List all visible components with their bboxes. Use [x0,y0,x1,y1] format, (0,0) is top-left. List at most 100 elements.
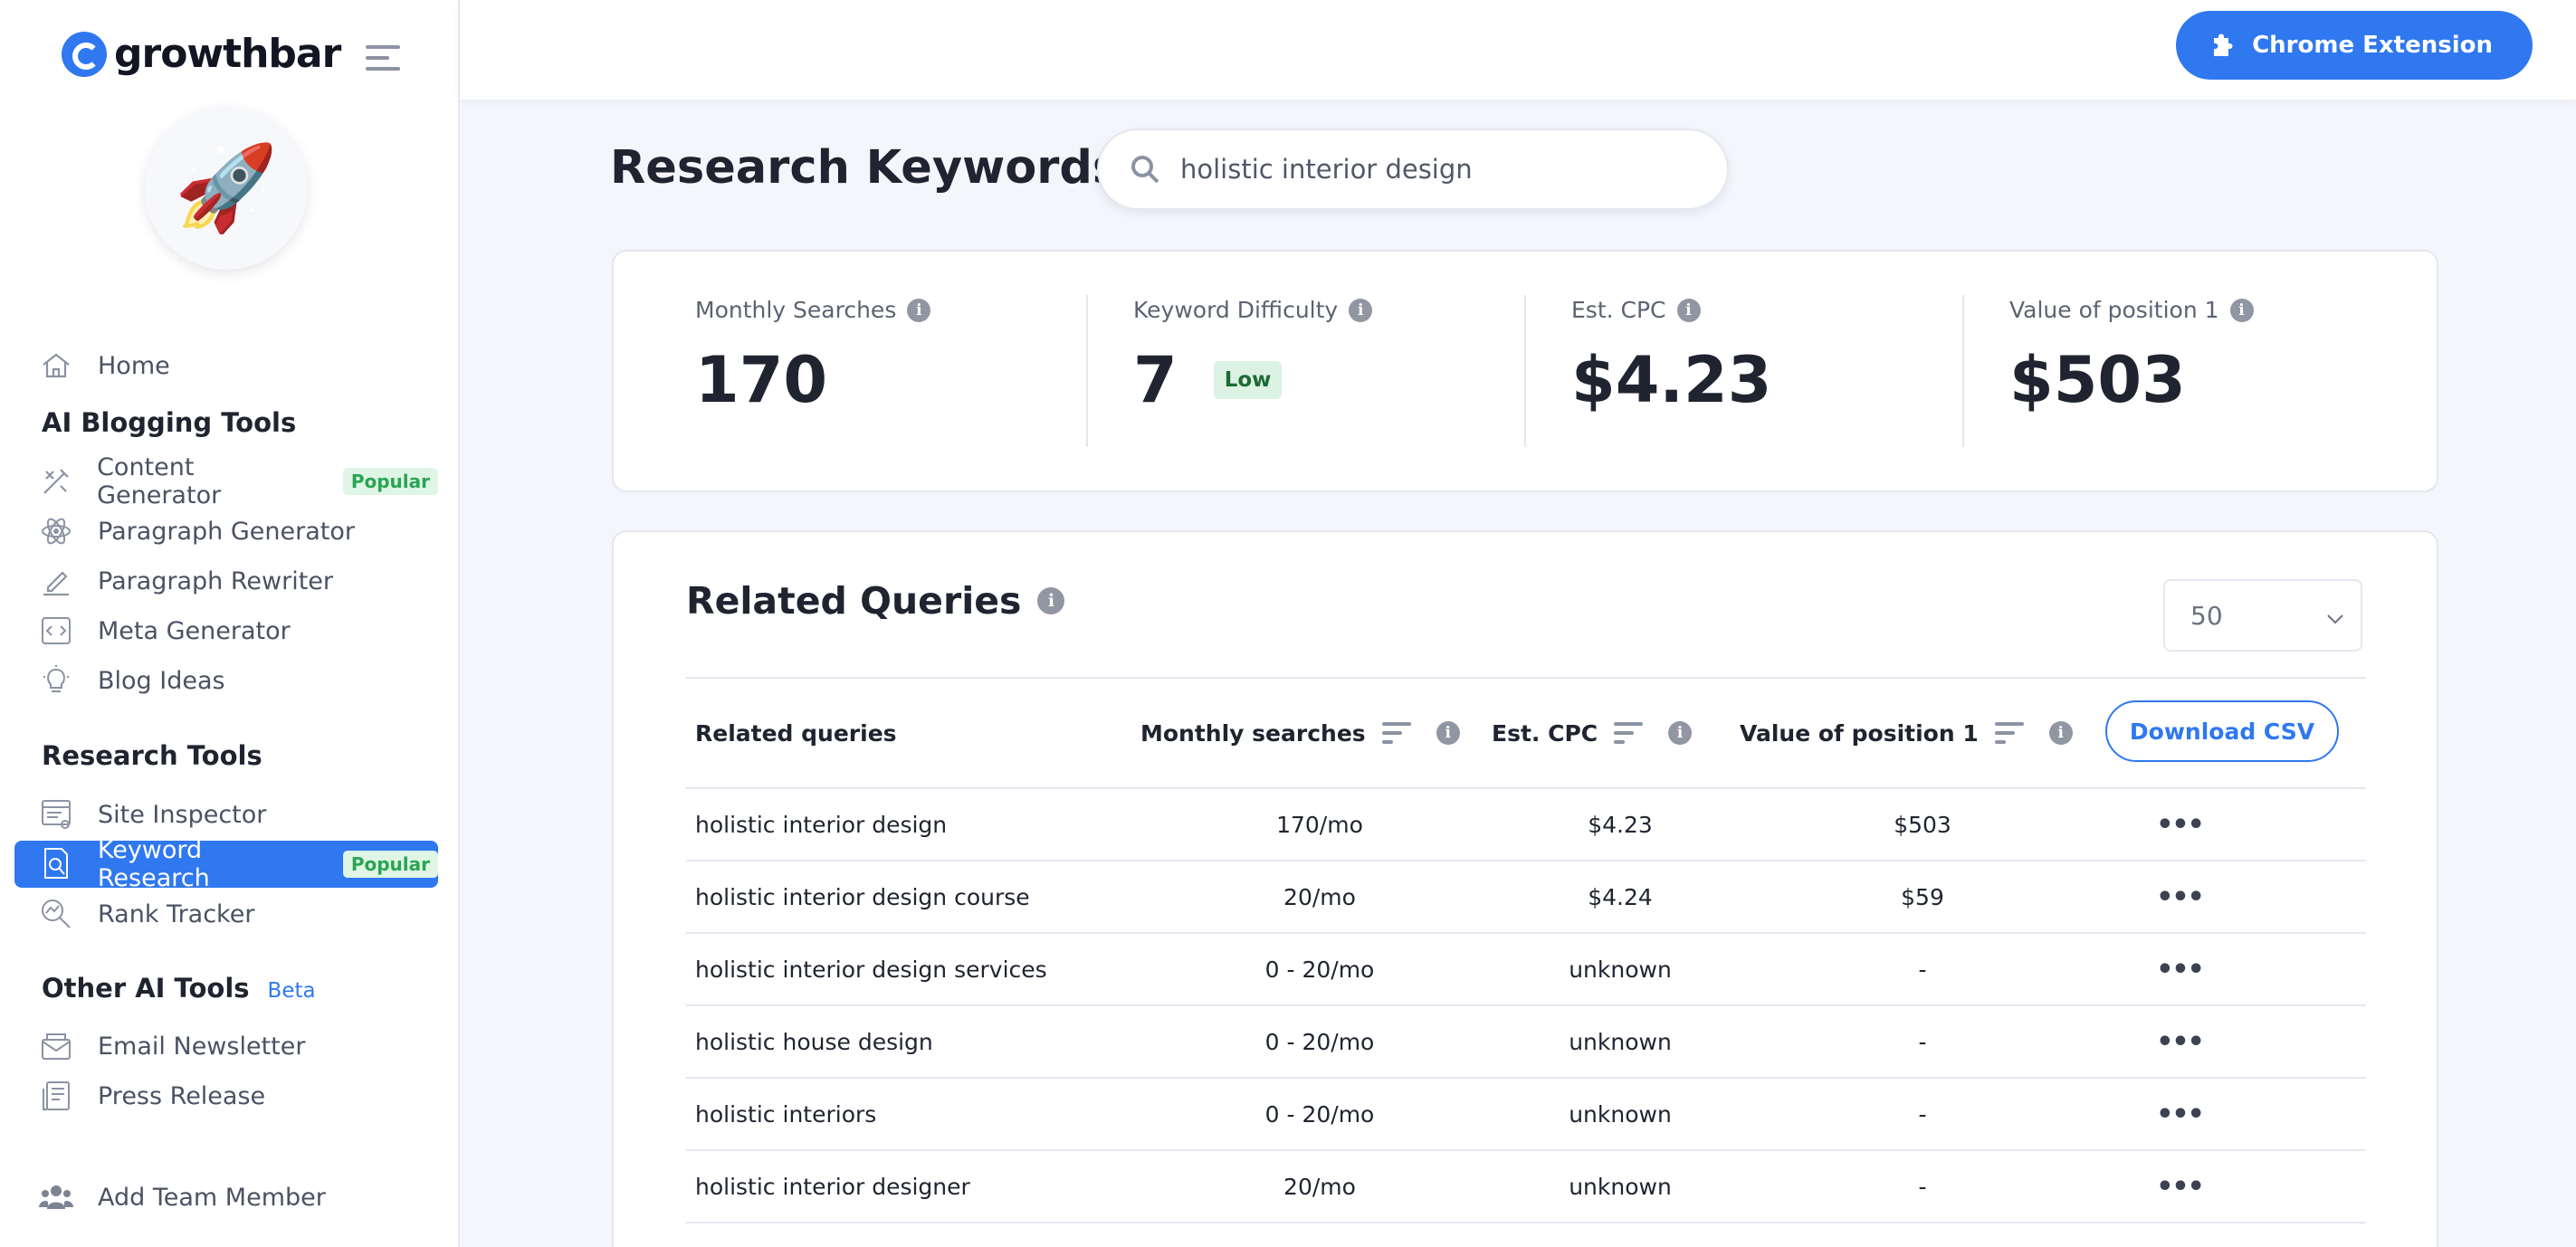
chart-search-icon [36,894,76,934]
sidebar-item-home[interactable]: Home [14,342,438,389]
popular-badge: Popular [342,851,438,878]
row-actions-more-icon[interactable]: ••• [2098,1151,2261,1222]
search-icon [1130,154,1160,185]
sidebar-item-label: Paragraph Generator [98,517,355,546]
stat-value-position-1: Value of position 1 i $503 [2009,297,2447,449]
stat-value: 170 [695,343,828,417]
stat-value-row: 7 Low [1133,343,1571,417]
stat-divider [1086,295,1088,447]
row-actions-more-icon[interactable]: ••• [2098,1079,2261,1149]
chrome-extension-button[interactable]: Chrome Extension [2176,11,2533,80]
cell-monthly: 20/mo [1283,1173,1356,1200]
column-header-label: Est. CPC [1492,719,1598,747]
site-icon [36,795,76,834]
chrome-extension-label: Chrome Extension [2252,32,2493,59]
info-icon[interactable]: i [1037,587,1065,614]
sort-icon[interactable] [1614,720,1644,746]
sidebar-item-label: Site Inspector [98,800,267,829]
stat-monthly-searches: Monthly Searches i 170 [695,297,1133,449]
cell-query: holistic house design [695,1028,933,1055]
pen-icon [36,561,76,601]
avatar[interactable]: 🚀 [145,107,308,270]
keyword-stats-card: Monthly Searches i 170 Keyword Difficult… [612,250,2438,492]
column-header-cpc: Est. CPC i [1492,679,1693,787]
table-row: holistic interior design course 20/mo $4… [686,861,2366,934]
row-actions-more-icon[interactable]: ••• [2098,861,2261,932]
table-row: holistic interior design services 0 - 20… [686,934,2366,1006]
sidebar-item-press-release[interactable]: Press Release [14,1072,438,1119]
logo[interactable]: growthbar [62,31,341,77]
sidebar-item-paragraph-generator[interactable]: Paragraph Generator [14,508,438,555]
info-icon[interactable]: i [907,298,931,322]
row-actions-more-icon[interactable]: ••• [2098,934,2261,1004]
sidebar-item-label: Keyword Research [97,836,210,892]
sidebar-item-label: Blog Ideas [98,666,225,695]
press-icon [36,1076,76,1116]
stat-value-row: 170 [695,343,1133,417]
column-header-value: Value of position 1 i [1740,679,2073,787]
sidebar-item-label: Home [98,351,170,380]
related-queries-table: Related queries Monthly searches i Est. … [686,677,2366,1223]
stat-est-cpc: Est. CPC i $4.23 [1571,297,2009,449]
keyword-search-icon [36,844,76,884]
info-icon[interactable]: i [1349,298,1373,322]
cell-query: holistic interior design course [695,883,1030,910]
cell-cpc: unknown [1569,1100,1672,1128]
sidebar-item-blog-ideas[interactable]: Blog Ideas [14,657,438,704]
stat-label-row: Value of position 1 i [2009,297,2447,323]
sidebar-item-site-inspector[interactable]: Site Inspector [14,791,438,838]
row-actions-more-icon[interactable]: ••• [2098,1006,2261,1077]
info-icon[interactable]: i [1668,721,1693,745]
menu-toggle-icon[interactable] [366,45,402,72]
column-header-label: Monthly searches [1140,719,1366,747]
beta-badge: Beta [267,979,316,1003]
cell-cpc: unknown [1569,1028,1672,1055]
sidebar-item-content-generator[interactable]: Content Generator Popular [14,453,438,509]
table-row: holistic interior designer 20/mo unknown… [686,1151,2366,1223]
row-actions-more-icon[interactable]: ••• [2098,789,2261,860]
column-header-monthly: Monthly searches i [1140,679,1460,787]
rocket-icon: 🚀 [174,139,279,236]
sidebar-item-meta-generator[interactable]: Meta Generator [14,607,438,654]
stat-divider [1524,295,1526,447]
sort-icon[interactable] [1994,720,2024,746]
team-icon [36,1177,76,1217]
stat-label-row: Monthly Searches i [695,297,1133,323]
column-header-query: Related queries [695,679,897,787]
download-csv-button[interactable]: Download CSV [2105,700,2339,762]
related-queries-card: Related Queries i 50 Related queries Mon… [612,530,2438,1247]
keyword-search-box[interactable] [1097,129,1729,210]
sidebar-item-label: Rank Tracker [98,900,255,928]
cell-monthly: 170/mo [1276,811,1363,838]
info-icon[interactable]: i [1676,298,1701,322]
sidebar-item-email-newsletter[interactable]: Email Newsletter [14,1023,438,1070]
cell-query: holistic interior design services [695,956,1047,983]
cell-monthly: 0 - 20/mo [1264,956,1375,983]
sidebar-item-rank-tracker[interactable]: Rank Tracker [14,890,438,938]
sort-icon[interactable] [1381,720,1411,746]
stat-value: $4.23 [1571,343,1772,417]
stat-value-row: $4.23 [1571,343,2009,417]
stat-keyword-difficulty: Keyword Difficulty i 7 Low [1133,297,1571,449]
puzzle-icon [2209,31,2236,60]
rows-per-page-select[interactable]: 50 [2163,579,2362,652]
stat-label-row: Keyword Difficulty i [1133,297,1571,323]
add-team-member-button[interactable]: Add Team Member [14,1174,438,1221]
info-icon[interactable]: i [2048,721,2073,745]
cell-value: $503 [1894,811,1951,838]
related-queries-title-text: Related Queries [686,579,1022,623]
home-icon [36,346,76,386]
column-header-label: Related queries [695,719,897,747]
sidebar-item-label: Press Release [98,1081,266,1110]
atom-icon [36,511,76,551]
info-icon[interactable]: i [2229,298,2254,322]
stat-label: Keyword Difficulty [1133,297,1339,323]
stat-divider [1962,295,1964,447]
cell-value: - [1918,956,1927,983]
sidebar-item-keyword-research[interactable]: Keyword Research Popular [14,836,438,892]
magic-wand-icon [36,462,75,501]
sidebar-item-label: Paragraph Rewriter [98,566,334,595]
sidebar-item-paragraph-rewriter[interactable]: Paragraph Rewriter [14,557,438,604]
info-icon[interactable]: i [1436,721,1460,745]
search-input[interactable] [1180,154,1687,185]
